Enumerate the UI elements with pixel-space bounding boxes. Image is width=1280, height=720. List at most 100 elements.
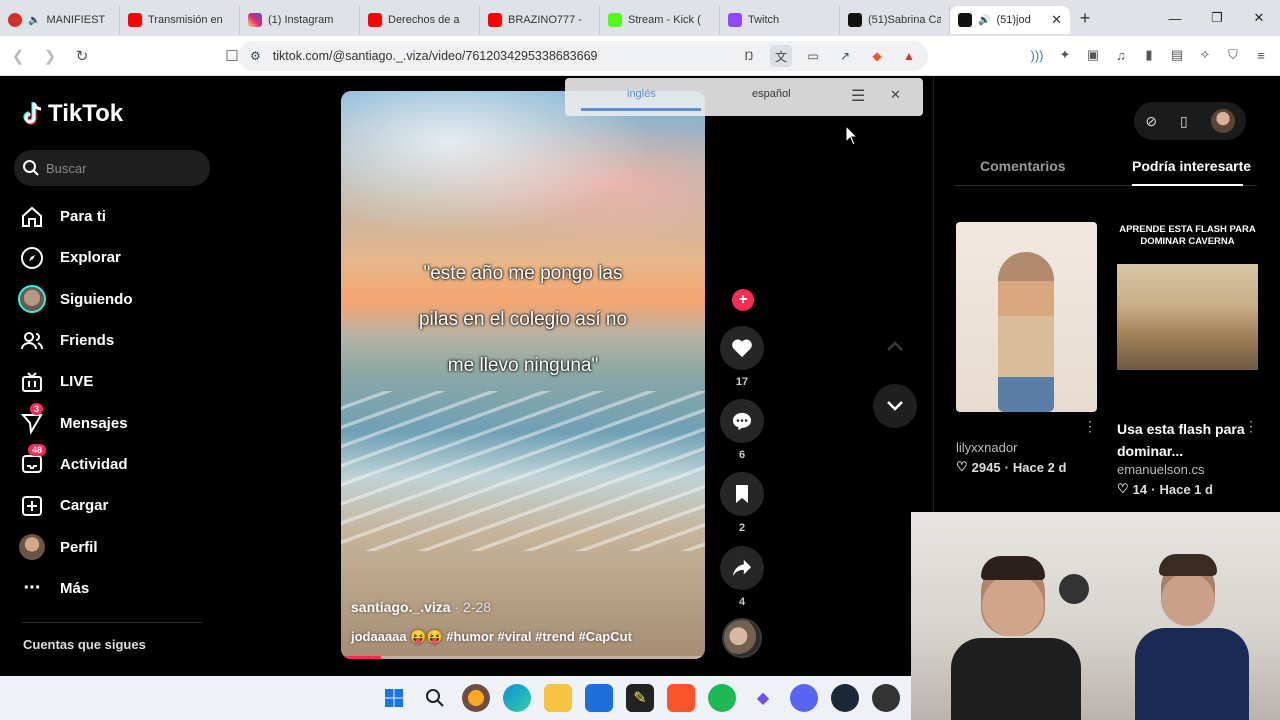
browser-tab[interactable]: Twitch [720,6,840,34]
video-progress-bar[interactable] [341,656,705,659]
nav-item-mas[interactable]: ··· Más [18,568,218,609]
compass-small-icon[interactable]: ⊘ [1145,113,1157,130]
thumbnail-title: APRENDE ESTA FLASH PARA DOMINAR CAVERNA [1119,224,1256,247]
nav-item-actividad[interactable]: 48 Actividad [18,444,218,485]
new-tab-button[interactable]: + [1070,8,1100,29]
share-arrow-icon[interactable] [720,546,764,590]
search-taskbar-icon[interactable] [421,684,449,712]
more-options-icon[interactable]: ⋮ [1083,418,1097,435]
discord-icon[interactable] [790,684,818,712]
browser-nav-bar: ❮ ❯ ↻ ☐ ⚙ tiktok.com/@santiago._.viza/vi… [0,36,1280,76]
tab-comentarios[interactable]: Comentarios [980,158,1066,174]
browser-tab[interactable]: BRAZINO777 - [480,6,600,34]
vpn-shield-icon[interactable]: ⛉ [1224,44,1242,66]
card-title[interactable]: Usa esta flash para dominar... [1117,418,1258,462]
extensions-icon[interactable]: ✦ [1056,44,1074,66]
video-thumbnail[interactable] [956,222,1097,412]
tiktok-logo[interactable]: TikTok [22,100,123,128]
nav-item-siguiendo[interactable]: Siguiendo [18,279,218,320]
translate-menu-icon[interactable]: ☰ [851,86,865,106]
search-box[interactable] [14,150,210,186]
comment-icon[interactable] [720,399,764,443]
translate-source-option[interactable]: inglés [627,88,656,100]
file-explorer-icon[interactable] [544,684,572,712]
nav-item-para-ti[interactable]: Para ti [18,196,218,237]
steam-icon[interactable] [831,684,859,712]
user-avatar[interactable] [1210,109,1235,133]
reload-icon[interactable]: ↻ [68,42,96,70]
share-action[interactable]: 4 [720,546,764,608]
tab-mute-icon[interactable]: 🔈 [28,15,40,26]
close-window-icon[interactable]: ✕ [1238,0,1280,36]
translate-icon[interactable]: 文 [770,45,792,67]
nav-item-friends[interactable]: Friends [18,320,218,361]
search-input[interactable] [46,160,196,176]
minimize-icon[interactable]: — [1154,0,1196,36]
url-text[interactable]: tiktok.com/@santiago._.viza/video/761203… [273,49,598,63]
browser-tab-active[interactable]: 🔊 (51)jod ✕ [950,6,1070,34]
tab-audio-icon[interactable]: 🔊 [978,15,990,26]
nav-item-live[interactable]: LIVE [18,361,218,402]
brave-shield-icon[interactable]: ◆ [866,45,888,67]
video-description[interactable]: jodaaaaa 😝😝 #humor #viral #trend #CapCut [351,629,632,645]
card-author[interactable]: emanuelson.cs [1117,462,1258,477]
like-action[interactable]: 17 [720,326,764,388]
comment-action[interactable]: 6 [720,399,764,461]
heart-icon[interactable] [720,326,764,370]
screenshot-icon[interactable]: ▣ [1084,44,1102,66]
nav-item-perfil[interactable]: Perfil [18,526,218,567]
windows-start-icon[interactable] [380,684,408,712]
notes-icon[interactable]: ✎ [626,684,654,712]
restore-icon[interactable]: ❐ [1196,0,1238,36]
nav-item-mensajes[interactable]: 3 Mensajes [18,402,218,443]
browser-tab[interactable]: Derechos de a [360,6,480,34]
browser-tab[interactable]: Transmisión en [120,6,240,34]
save-action[interactable]: 2 [720,472,764,534]
brave-rewards-icon[interactable]: ▲ [898,45,920,67]
translate-target-option[interactable]: español [752,88,791,100]
browser-tab[interactable]: (51)Sabrina Ca [840,6,950,34]
recommended-video-card[interactable]: ⋮ lilyxxnador ♡ 2945 · Hace 2 d [956,222,1097,475]
more-options-icon[interactable]: ⋮ [1244,418,1258,435]
tiktok-sidebar-nav: Para ti Explorar Siguiendo Friends LIVE … [18,196,218,609]
browser-tab[interactable]: (1) Instagram [240,6,360,34]
close-tab-icon[interactable]: ✕ [1051,12,1062,28]
menu-icon[interactable]: ≡ [1252,44,1270,66]
app-taskbar-icon[interactable] [462,684,490,712]
video-thumbnail[interactable]: APRENDE ESTA FLASH PARA DOMINAR CAVERNA [1117,222,1258,412]
browser-tab[interactable]: 🔈 MANIFIEST [0,6,120,34]
tab-podria-interesarte[interactable]: Podría interesarte [1132,158,1251,174]
spotify-icon[interactable] [708,684,736,712]
forward-icon[interactable]: ❯ [36,42,64,70]
recommended-video-card[interactable]: APRENDE ESTA FLASH PARA DOMINAR CAVERNA … [1117,222,1258,497]
no-tracking-icon[interactable]: Ŋ [738,45,760,67]
next-video-button[interactable] [873,384,917,428]
site-settings-icon[interactable]: ⚙ [250,49,261,63]
music-disc-icon[interactable] [722,618,762,658]
nav-item-cargar[interactable]: Cargar [18,485,218,526]
nav-item-explorar[interactable]: Explorar [18,237,218,278]
ai-assistant-icon[interactable]: ✧ [1196,44,1214,66]
follow-plus-button[interactable]: + [732,289,754,311]
address-bar[interactable]: ⚙ tiktok.com/@santiago._.viza/video/7612… [238,41,928,71]
video-author[interactable]: santiago._.viza [351,599,451,615]
sidebar-icon[interactable]: ▮ [1140,44,1158,66]
browser-tab[interactable]: Stream - Kick ( [600,6,720,34]
brave-taskbar-icon[interactable] [667,684,695,712]
cast-icon[interactable]: ▭ [802,45,824,67]
previous-video-button[interactable] [873,324,917,368]
dev-tool-icon[interactable]: ◆ [749,684,777,712]
edge-icon[interactable] [503,684,531,712]
wallet-icon[interactable]: ▤ [1168,44,1186,66]
translate-close-icon[interactable]: ✕ [890,87,901,103]
bookmark-icon[interactable] [720,472,764,516]
video-player[interactable]: "este año me pongo las pilas en el coleg… [341,91,705,659]
device-icon[interactable]: ▯ [1180,113,1188,130]
back-icon[interactable]: ❮ [4,42,32,70]
share-icon[interactable]: ↗ [834,45,856,67]
audio-wave-icon[interactable]: ))) [1028,44,1046,66]
music-icon[interactable]: ♫ [1112,44,1130,66]
card-author[interactable]: lilyxxnador [956,440,1097,455]
store-icon[interactable] [585,684,613,712]
obs-icon[interactable] [872,684,900,712]
